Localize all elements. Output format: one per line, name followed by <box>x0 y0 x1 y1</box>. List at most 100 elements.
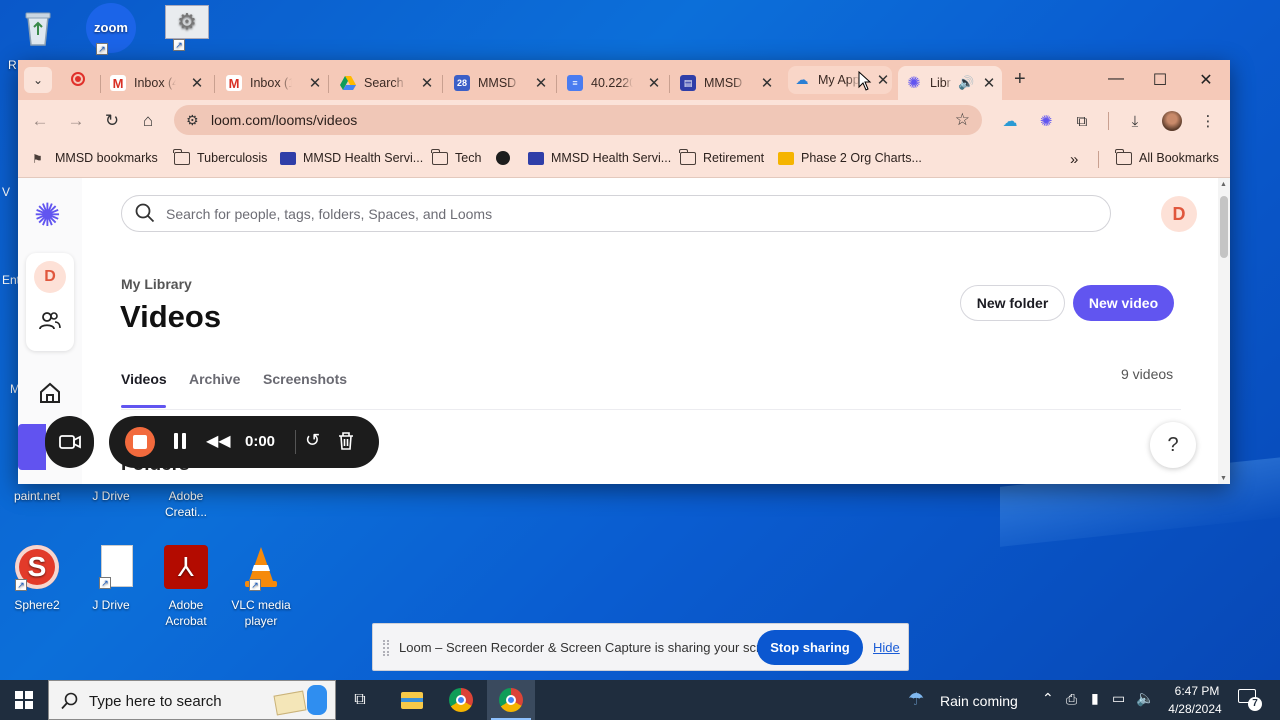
audio-playing-icon[interactable]: 🔊 <box>958 75 974 91</box>
bookmarks-overflow-button[interactable]: » <box>1070 151 1078 168</box>
workspace-avatar[interactable]: D <box>34 261 66 293</box>
browser-menu-icon[interactable]: ⋮ <box>1198 111 1218 131</box>
close-icon[interactable]: ✕ <box>532 74 550 92</box>
tab-loom-library[interactable]: ✺ Libr 🔊 ✕ <box>898 66 1002 100</box>
chevron-up-icon[interactable]: ⌃ <box>1042 690 1054 707</box>
desktop-icon-zoom[interactable]: zoom ↗ <box>78 3 144 56</box>
people-icon[interactable] <box>39 311 61 336</box>
new-folder-button[interactable]: New folder <box>960 285 1065 321</box>
chrome-button[interactable] <box>437 680 485 720</box>
taskbar-search[interactable]: Type here to search <box>48 680 336 720</box>
profile-avatar[interactable] <box>1162 111 1182 131</box>
url-text[interactable]: loom.com/looms/videos <box>211 112 357 128</box>
gmail-icon: M <box>226 75 242 91</box>
printer-icon[interactable]: ⎙ <box>1066 691 1077 708</box>
new-tab-button[interactable]: + <box>1014 68 1026 91</box>
notifications-button[interactable]: 7 <box>1238 689 1262 711</box>
cloud-extension-icon[interactable]: ☁ <box>1000 111 1020 131</box>
tab-videos[interactable]: Videos <box>121 371 167 387</box>
stop-sharing-button[interactable]: Stop sharing <box>757 630 863 665</box>
restart-icon[interactable]: ↺ <box>305 430 320 451</box>
close-icon[interactable]: ✕ <box>758 74 776 92</box>
battery-icon[interactable]: ▭ <box>1112 690 1125 707</box>
tab-my-apps[interactable]: ☁ My App ✕ <box>788 66 892 94</box>
bookmark-item[interactable]: Tech <box>431 148 482 165</box>
home-icon[interactable] <box>39 382 61 409</box>
task-view-button[interactable]: ⧉ <box>336 680 384 720</box>
weather-text[interactable]: Rain coming <box>940 693 1018 709</box>
home-button[interactable]: ⌂ <box>136 109 160 133</box>
hide-link[interactable]: Hide <box>873 640 900 655</box>
back-button[interactable]: ← <box>28 109 52 133</box>
close-icon[interactable]: ✕ <box>418 74 436 92</box>
close-icon[interactable]: ✕ <box>874 71 892 89</box>
maximize-button[interactable]: ☐ <box>1138 70 1182 90</box>
close-icon[interactable]: ✕ <box>645 74 663 92</box>
start-button[interactable] <box>0 680 48 720</box>
file-explorer-button[interactable] <box>388 680 436 720</box>
site-info-icon[interactable]: ⚙ <box>186 112 199 129</box>
clock-date[interactable]: 4/28/2024 <box>1162 702 1228 716</box>
desktop-icon-sphere2[interactable]: S ↗ Sphere2 <box>4 545 70 612</box>
usb-icon[interactable]: ▮ <box>1091 690 1099 707</box>
bookmark-star-icon[interactable]: ☆ <box>955 110 970 130</box>
browser-toolbar: ← → ↻ ⌂ ⚙ loom.com/looms/videos ☆ ☁ ✺ ⧉ … <box>18 100 1230 140</box>
recording-timer: 0:00 <box>245 433 276 450</box>
tab-mmsd-site[interactable]: ▤ MMSD ✕ <box>680 66 776 100</box>
chrome-profile-button[interactable] <box>487 680 535 720</box>
tab-doc[interactable]: ≡ 40.2220 ✕ <box>567 66 663 100</box>
tab-search-button[interactable]: ⌄ <box>24 67 52 93</box>
tab-archive[interactable]: Archive <box>189 371 240 387</box>
extensions-puzzle-icon[interactable]: ⧉ <box>1072 111 1092 131</box>
pause-button[interactable] <box>173 433 187 450</box>
drag-handle[interactable] <box>383 640 389 656</box>
reload-button[interactable]: ↻ <box>100 109 124 133</box>
minimize-button[interactable]: — <box>1094 70 1138 88</box>
bookmark-item[interactable]: MMSD Health Servi... <box>280 151 423 165</box>
forward-button[interactable]: → <box>64 109 88 133</box>
bookmark-item[interactable]: MMSD Health Servi... <box>528 151 671 165</box>
bookmark-item[interactable]: Phase 2 Org Charts... <box>778 151 922 165</box>
address-bar[interactable]: ⚙ loom.com/looms/videos ☆ <box>174 105 982 135</box>
new-video-button[interactable]: New video <box>1073 285 1174 321</box>
bookmark-item[interactable]: Retirement <box>679 148 764 165</box>
user-avatar[interactable]: D <box>1161 196 1197 232</box>
help-button[interactable]: ? <box>1150 422 1196 468</box>
loom-search-bar[interactable]: Search for people, tags, folders, Spaces… <box>121 195 1111 232</box>
tab-screenshots[interactable]: Screenshots <box>263 371 347 387</box>
tab-inbox-2[interactable]: M Inbox (1 ✕ <box>226 66 324 100</box>
search-placeholder: Search for people, tags, folders, Spaces… <box>166 206 493 222</box>
scrollbar-thumb[interactable] <box>1220 196 1228 258</box>
tab-inbox-1[interactable]: M Inbox (4 ✕ <box>110 66 206 100</box>
tab-mmsd-calendar[interactable]: 28 MMSD ✕ <box>454 66 550 100</box>
umbrella-weather-icon[interactable]: ☂ <box>908 689 924 710</box>
bookmark-label: All Bookmarks <box>1139 151 1219 165</box>
trash-icon[interactable] <box>338 432 354 455</box>
clock-time[interactable]: 6:47 PM <box>1170 684 1224 698</box>
rewind-icon[interactable]: ◀◀ <box>206 431 231 451</box>
stop-recording-button[interactable] <box>125 427 155 457</box>
desktop-icon-j-drive-2[interactable]: ↗ J Drive <box>78 545 144 612</box>
tab-search[interactable]: Search ✕ <box>340 66 436 100</box>
search-highlight-art-icon <box>271 685 331 717</box>
bookmark-item[interactable]: ⚑ MMSD bookmarks <box>32 151 158 166</box>
desktop-icon-vlc[interactable]: ↗ VLC media player <box>228 545 294 628</box>
page-scrollbar[interactable]: ▲ ▼ <box>1218 178 1230 484</box>
volume-icon[interactable]: 🔈 <box>1136 689 1155 707</box>
close-icon[interactable]: ✕ <box>306 74 324 92</box>
camera-toggle-button[interactable] <box>45 416 94 468</box>
desktop-icon-recycle-bin[interactable]: R <box>5 5 71 72</box>
download-icon[interactable]: ⤓ <box>1125 111 1145 131</box>
bookmark-item[interactable] <box>496 151 517 165</box>
loom-logo-icon[interactable]: ✺ <box>34 198 61 232</box>
close-window-button[interactable]: ✕ <box>1184 70 1228 90</box>
breadcrumb[interactable]: My Library <box>121 276 192 292</box>
loom-extension-icon[interactable]: ✺ <box>1036 111 1056 131</box>
bookmark-label: Tech <box>455 151 482 165</box>
desktop-icon-settings[interactable]: ⚙ ↗ <box>154 5 220 52</box>
close-icon[interactable]: ✕ <box>188 74 206 92</box>
bookmark-item[interactable]: Tuberculosis <box>173 148 267 165</box>
all-bookmarks-button[interactable]: All Bookmarks <box>1115 148 1219 165</box>
desktop-icon-adobe-acrobat[interactable]: ⅄ Adobe Acrobat <box>153 545 219 628</box>
close-icon[interactable]: ✕ <box>980 74 998 92</box>
